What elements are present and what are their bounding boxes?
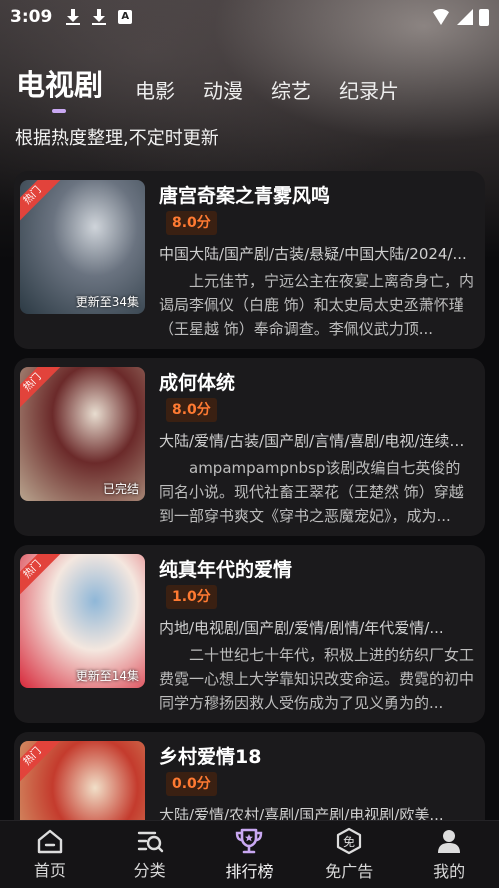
svg-text:免: 免	[343, 834, 355, 849]
list-item[interactable]: 热门 更新至14集 纯真年代的爱情 1.0分 内地/电视剧/国产剧/爱情/剧情/…	[14, 545, 485, 723]
tab-anime[interactable]: 动漫	[203, 75, 243, 106]
profile-icon	[435, 827, 463, 855]
score-badge: 0.0分	[166, 772, 217, 796]
a-notification-icon: A	[118, 10, 133, 24]
active-tab-indicator	[52, 109, 66, 113]
page-subtitle: 根据热度整理,不定时更新	[15, 128, 219, 149]
nav-profile[interactable]: 我的	[404, 827, 494, 882]
hot-badge: 热门	[20, 180, 64, 227]
tab-variety[interactable]: 综艺	[271, 75, 311, 106]
nav-ranking[interactable]: 排行榜	[204, 827, 294, 882]
nav-label: 分类	[133, 861, 166, 880]
item-title[interactable]: 唐宫奇案之青雾风鸣	[159, 181, 330, 208]
poster-image[interactable]: 热门 已完结	[20, 367, 145, 501]
ad-free-icon: 免	[334, 827, 364, 855]
item-description: ampampampnbsp该剧改编自七英俊的同名小说。现代社畜王翠花（王楚然 饰…	[159, 459, 464, 525]
signal-icon	[457, 9, 473, 25]
nav-label: 排行榜	[225, 862, 274, 881]
item-title[interactable]: 乡村爱情18	[159, 742, 261, 769]
trophy-icon	[233, 827, 265, 855]
nav-label: 免广告	[325, 862, 374, 881]
item-title[interactable]: 纯真年代的爱情	[159, 555, 292, 582]
nav-label: 我的	[433, 862, 466, 881]
tab-documentary[interactable]: 纪录片	[339, 75, 399, 106]
status-bar: 3:09 A	[0, 0, 499, 34]
download-icon	[66, 9, 81, 25]
item-tags: 大陆/爱情/古装/国产剧/言情/喜剧/电视/连续剧...	[159, 432, 474, 450]
status-time: 3:09	[10, 7, 53, 27]
tab-tv-series[interactable]: 电视剧	[16, 62, 103, 106]
list-item[interactable]: 热门 已完结 成何体统 8.0分 大陆/爱情/古装/国产剧/言情/喜剧/电视/连…	[14, 358, 485, 536]
hot-badge: 热门	[20, 741, 64, 788]
nav-home[interactable]: 首页	[5, 828, 95, 881]
nav-ad-free[interactable]: 免 免广告	[304, 827, 394, 882]
hot-badge: 热门	[20, 554, 64, 601]
episode-status: 已完结	[102, 482, 139, 496]
bottom-navigation: 首页 分类 排行榜 免 免广告 我的	[0, 820, 499, 888]
score-badge: 1.0分	[166, 585, 217, 609]
category-tabs: 电视剧 电影 动漫 综艺 纪录片	[16, 62, 427, 106]
nav-label: 首页	[33, 861, 66, 880]
download-icon	[92, 9, 107, 25]
poster-image[interactable]: 热门 更新至34集	[20, 180, 145, 314]
episode-status: 更新至14集	[75, 669, 139, 683]
hot-badge: 热门	[20, 367, 64, 414]
item-title[interactable]: 成何体统	[159, 368, 235, 395]
score-badge: 8.0分	[166, 398, 217, 422]
item-description: 上元佳节，宁远公主在夜宴上离奇身亡，内谒局李佩仪（白鹿 饰）和太史局太史丞萧怀瑾…	[159, 272, 474, 338]
list-item[interactable]: 热门 更新至34集 唐宫奇案之青雾风鸣 8.0分 中国大陆/国产剧/古装/悬疑/…	[14, 171, 485, 349]
poster-image[interactable]: 热门 更新至14集	[20, 554, 145, 688]
tab-movies[interactable]: 电影	[135, 75, 175, 106]
category-icon	[135, 828, 165, 854]
battery-icon	[479, 8, 489, 26]
item-tags: 中国大陆/国产剧/古装/悬疑/中国大陆/2024/...	[159, 245, 467, 263]
score-badge: 8.0分	[166, 211, 217, 235]
item-description: 二十世纪七十年代，积极上进的纺织厂女工费霓一心想上大学靠知识改变命运。费霓的初中…	[159, 646, 474, 712]
home-icon	[36, 828, 64, 854]
item-tags: 内地/电视剧/国产剧/爱情/剧情/年代爱情/...	[159, 619, 444, 637]
ranking-list: 热门 更新至34集 唐宫奇案之青雾风鸣 8.0分 中国大陆/国产剧/古装/悬疑/…	[14, 171, 485, 888]
wifi-icon	[431, 9, 451, 25]
episode-status: 更新至34集	[75, 295, 139, 309]
nav-category[interactable]: 分类	[105, 828, 195, 881]
